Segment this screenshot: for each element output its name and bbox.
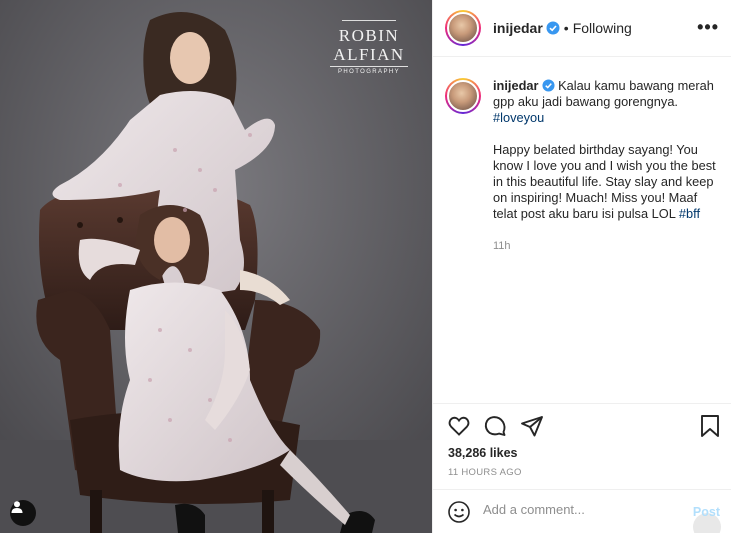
tagged-users-button[interactable] — [10, 500, 36, 526]
save-button[interactable] — [699, 414, 721, 443]
post-header: inijedar • Following ••• — [433, 0, 731, 57]
comment-bar: Post — [433, 489, 731, 533]
following-button[interactable]: Following — [573, 20, 632, 36]
caption-row: inijedar Kalau kamu bawang merah gpp aku… — [445, 78, 716, 254]
verified-badge-icon — [541, 79, 555, 92]
caption-timestamp[interactable]: 11h — [493, 238, 716, 254]
verified-badge-icon — [546, 21, 560, 35]
comment-input[interactable] — [483, 502, 683, 517]
separator-dot: • — [563, 20, 569, 36]
like-button[interactable] — [447, 414, 471, 443]
avatar-image — [447, 12, 479, 44]
header-username[interactable]: inijedar — [493, 20, 543, 36]
caption-avatar-image — [447, 80, 479, 112]
caption-avatar[interactable] — [445, 78, 481, 114]
watermark-rule — [342, 20, 396, 24]
hashtag-link[interactable]: #loveyou — [493, 110, 544, 125]
photo-illustration — [0, 0, 432, 533]
watermark-line-3: PHOTOGRAPHY — [330, 66, 408, 75]
likes-count[interactable]: 38,286 likes — [448, 446, 518, 460]
emoji-button[interactable] — [447, 500, 471, 529]
post-comment-button[interactable]: Post — [693, 505, 720, 519]
post-date[interactable]: 11 HOURS AGO — [448, 467, 522, 478]
comment-icon — [484, 416, 506, 436]
caption-text: inijedar Kalau kamu bawang merah gpp aku… — [493, 78, 716, 254]
hashtag-link[interactable]: #bff — [679, 206, 700, 221]
avatar[interactable] — [445, 10, 481, 46]
paper-plane-icon — [521, 416, 543, 437]
comment-button[interactable] — [483, 414, 507, 443]
caption-paragraph-2: Happy belated birthday sayang! You know … — [493, 142, 716, 222]
post-actions: 38,286 likes 11 HOURS AGO — [433, 403, 731, 489]
caption-username[interactable]: inijedar — [493, 78, 539, 93]
share-button[interactable] — [520, 414, 544, 443]
post-panel: inijedar • Following ••• inijedar Kalau … — [432, 0, 731, 533]
heart-icon — [448, 416, 470, 436]
smiley-icon — [448, 501, 470, 523]
bookmark-icon — [701, 415, 719, 437]
more-options-icon[interactable]: ••• — [697, 18, 719, 36]
post-photo[interactable]: ROBIN ALFIAN PHOTOGRAPHY — [0, 0, 432, 533]
photographer-watermark: ROBIN ALFIAN PHOTOGRAPHY — [330, 20, 408, 75]
watermark-line-1: ROBIN — [338, 26, 400, 45]
watermark-line-2: ALFIAN — [333, 45, 405, 64]
caption-avatar-wrap — [445, 78, 481, 254]
caption-area: inijedar Kalau kamu bawang merah gpp aku… — [433, 58, 731, 402]
person-icon — [11, 501, 23, 513]
